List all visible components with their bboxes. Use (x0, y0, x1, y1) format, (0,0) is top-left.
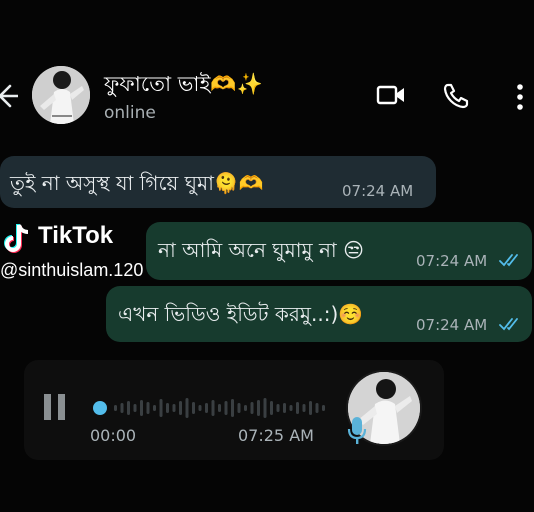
waveform-bar (309, 401, 312, 415)
waveform-bar (322, 405, 325, 411)
waveform-bar (257, 400, 260, 416)
message-text: তুই না অসুস্থ যা গিয়ে ঘুমা🫠🫶 (10, 171, 264, 195)
waveform-bar (218, 404, 221, 412)
waveform-bar (185, 398, 189, 418)
tiktok-brand: TikTok (38, 222, 114, 249)
contact-name[interactable]: ফুফাতো ভাই🫶✨ (104, 68, 263, 103)
waveform-bar (127, 401, 130, 415)
waveform-bar (198, 405, 202, 411)
waveform-bar (133, 404, 137, 412)
message-time: 07:24 AM (416, 252, 488, 270)
waveform-bar (211, 400, 215, 416)
message-time: 07:24 AM (416, 316, 488, 334)
message-incoming[interactable]: তুই না অসুস্থ যা গিয়ে ঘুমা🫠🫶 07:24 AM (0, 156, 436, 208)
waveform-bar (153, 405, 156, 411)
tiktok-handle: @sinthuislam.120 (0, 260, 144, 280)
waveform-bar (166, 403, 169, 413)
playback-progress-handle[interactable] (93, 401, 107, 415)
message-outgoing[interactable]: এখন ভিডিও ইডিট করমু..:)☺️ 07:24 AM (106, 286, 532, 342)
message-outgoing[interactable]: না আমি অনে ঘুমামু না 😒 07:24 AM (146, 222, 532, 280)
waveform-bar (250, 402, 254, 414)
waveform-bar (283, 403, 286, 413)
waveform-bar (237, 403, 241, 413)
waveform-bar (289, 405, 293, 411)
microphone-icon (347, 417, 367, 444)
waveform-bar (120, 403, 124, 413)
phone-icon[interactable] (442, 82, 470, 110)
message-text: না আমি অনে ঘুমামু না 😒 (158, 238, 364, 262)
voice-message[interactable]: 00:00 07:25 AM (24, 360, 444, 460)
pause-icon[interactable] (42, 392, 68, 422)
message-text: এখন ভিডিও ইডিট করমু..:)☺️ (118, 302, 364, 326)
waveform-bar (205, 403, 208, 413)
contact-status: online (104, 103, 156, 123)
voice-elapsed: 00:00 (90, 426, 137, 445)
more-options-icon[interactable] (514, 82, 526, 112)
read-receipt-icon (499, 254, 518, 267)
waveform-bar (140, 400, 143, 416)
contact-avatar[interactable] (32, 66, 90, 124)
waveform-bar (315, 403, 319, 413)
voice-waveform[interactable] (90, 390, 340, 426)
waveform-bar (146, 402, 150, 414)
waveform-bar (192, 402, 195, 414)
waveform-bar (270, 401, 273, 415)
waveform-bar (224, 401, 228, 415)
read-receipt-icon (499, 318, 518, 331)
video-call-icon[interactable] (376, 82, 406, 108)
waveform-bar (231, 399, 234, 417)
waveform-bar (244, 405, 247, 411)
waveform-bar (114, 405, 117, 411)
waveform-bar (276, 404, 280, 412)
waveform-bar (172, 404, 176, 412)
waveform-bar (263, 398, 267, 418)
waveform-bar (159, 399, 163, 417)
message-time: 07:24 AM (342, 182, 414, 200)
waveform-bar (296, 402, 299, 414)
tiktok-logo-icon (4, 224, 29, 253)
waveform-bar (302, 404, 306, 412)
voice-time: 07:25 AM (238, 426, 314, 445)
chat-header: ফুফাতো ভাই🫶✨ online (0, 58, 534, 138)
back-arrow-icon[interactable] (0, 82, 18, 110)
waveform-bar (179, 401, 182, 415)
